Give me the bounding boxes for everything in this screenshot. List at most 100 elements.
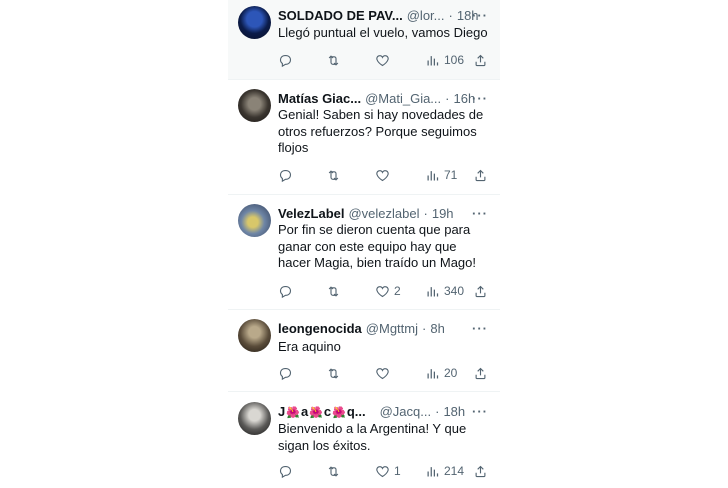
share-icon bbox=[475, 465, 486, 477]
repost-icon bbox=[328, 285, 339, 297]
tweet-text: Genial! Saben si hay novedades de otros … bbox=[278, 107, 484, 155]
handle[interactable]: @Jacq... bbox=[380, 404, 432, 419]
timestamp[interactable]: 19h bbox=[432, 206, 454, 221]
tweet[interactable]: Matías Giac... @Mati_Gia... · 16h ··· Ge… bbox=[228, 80, 500, 194]
repost-icon bbox=[328, 465, 339, 477]
heart-icon bbox=[376, 367, 389, 379]
views-button[interactable]: 71 bbox=[425, 166, 457, 184]
views-button[interactable]: 214 bbox=[425, 462, 464, 480]
like-button[interactable] bbox=[375, 364, 394, 382]
tweet-text: Bienvenido a la Argentina! Y que sigan l… bbox=[278, 421, 467, 453]
share-button[interactable] bbox=[473, 364, 488, 382]
tweet[interactable]: SOLDADO DE PAV... @lor... · 18h ··· Lleg… bbox=[228, 0, 500, 79]
view-count: 106 bbox=[444, 53, 465, 67]
timestamp[interactable]: 8h bbox=[430, 321, 444, 336]
view-count: 214 bbox=[444, 464, 465, 478]
separator-dot: · bbox=[422, 320, 427, 336]
separator-dot: · bbox=[423, 205, 428, 221]
heart-icon bbox=[376, 169, 389, 181]
analytics-icon bbox=[427, 368, 439, 378]
action-bar: 106 bbox=[276, 51, 492, 69]
tweet[interactable]: VelezLabel @velezlabel · 19h ··· Por fin… bbox=[228, 195, 500, 309]
display-name[interactable]: J🌺a🌺c🌺q... bbox=[278, 404, 366, 419]
avatar[interactable] bbox=[238, 89, 271, 122]
handle[interactable]: @Mgttmj bbox=[366, 321, 418, 336]
share-button[interactable] bbox=[473, 166, 488, 184]
repost-button[interactable] bbox=[326, 51, 341, 69]
avatar[interactable] bbox=[238, 402, 271, 435]
more-options-icon[interactable]: ··· bbox=[472, 402, 488, 420]
display-name[interactable]: Matías Giac... bbox=[278, 91, 361, 106]
avatar[interactable] bbox=[238, 6, 271, 39]
action-bar: 20 bbox=[276, 364, 492, 382]
share-icon bbox=[475, 285, 486, 297]
heart-icon bbox=[376, 465, 389, 477]
reply-icon bbox=[279, 285, 292, 298]
more-options-icon[interactable]: ··· bbox=[472, 204, 488, 222]
action-bar: 2 340 bbox=[276, 282, 492, 300]
avatar[interactable] bbox=[238, 319, 271, 352]
analytics-icon bbox=[427, 55, 439, 65]
avatar[interactable] bbox=[238, 204, 271, 237]
more-options-icon[interactable]: ··· bbox=[472, 319, 488, 337]
reply-button[interactable] bbox=[278, 462, 293, 480]
share-button[interactable] bbox=[473, 51, 488, 69]
repost-button[interactable] bbox=[326, 166, 341, 184]
action-bar: 71 bbox=[276, 166, 492, 184]
views-button[interactable]: 20 bbox=[425, 364, 457, 382]
reply-button[interactable] bbox=[278, 51, 293, 69]
like-count: 2 bbox=[394, 284, 401, 298]
separator-dot: · bbox=[435, 403, 440, 419]
display-name[interactable]: VelezLabel bbox=[278, 206, 344, 221]
like-button[interactable] bbox=[375, 166, 394, 184]
action-bar: 1 214 bbox=[276, 462, 492, 480]
share-button[interactable] bbox=[473, 462, 488, 480]
tweet-text: Era aquino bbox=[278, 339, 341, 354]
hibiscus-emoji-icon: 🌺 bbox=[286, 406, 300, 419]
name-part: c bbox=[323, 403, 332, 419]
more-options-icon[interactable]: ··· bbox=[472, 89, 488, 107]
separator-dot: · bbox=[445, 90, 450, 106]
handle[interactable]: @velezlabel bbox=[348, 206, 419, 221]
hibiscus-emoji-icon: 🌺 bbox=[309, 406, 323, 419]
reply-icon bbox=[279, 169, 292, 182]
name-part: q... bbox=[346, 403, 366, 419]
share-icon bbox=[475, 367, 486, 379]
tweet[interactable]: leongenocida @Mgttmj · 8h ··· Era aquino… bbox=[228, 310, 500, 391]
name-part: a bbox=[300, 403, 309, 419]
repost-icon bbox=[328, 367, 339, 379]
reply-icon bbox=[279, 54, 292, 67]
like-button[interactable]: 1 bbox=[375, 462, 401, 480]
more-options-icon[interactable]: ··· bbox=[472, 6, 488, 24]
share-button[interactable] bbox=[473, 282, 488, 300]
repost-button[interactable] bbox=[326, 462, 341, 480]
view-count: 71 bbox=[444, 168, 458, 182]
tweet[interactable]: J🌺a🌺c🌺q... @Jacq... · 18h ··· Bienvenido… bbox=[228, 392, 500, 488]
reply-button[interactable] bbox=[278, 166, 293, 184]
view-count: 340 bbox=[444, 284, 465, 298]
handle[interactable]: @lor... bbox=[407, 8, 445, 23]
display-name[interactable]: SOLDADO DE PAV... bbox=[278, 8, 403, 23]
repost-button[interactable] bbox=[326, 364, 341, 382]
share-icon bbox=[475, 54, 486, 66]
repost-icon bbox=[328, 54, 339, 66]
repost-button[interactable] bbox=[326, 282, 341, 300]
replies-feed: SOLDADO DE PAV... @lor... · 18h ··· Lleg… bbox=[228, 0, 500, 488]
reply-icon bbox=[279, 367, 292, 380]
like-button[interactable] bbox=[375, 51, 394, 69]
handle[interactable]: @Mati_Gia... bbox=[365, 91, 441, 106]
reply-icon bbox=[279, 465, 292, 478]
name-part: J bbox=[278, 403, 286, 419]
like-button[interactable]: 2 bbox=[375, 282, 401, 300]
hibiscus-emoji-icon: 🌺 bbox=[332, 406, 346, 419]
reply-button[interactable] bbox=[278, 282, 293, 300]
views-button[interactable]: 106 bbox=[425, 51, 464, 69]
analytics-icon bbox=[427, 170, 439, 180]
separator-dot: · bbox=[448, 7, 453, 23]
views-button[interactable]: 340 bbox=[425, 282, 464, 300]
analytics-icon bbox=[427, 286, 439, 296]
heart-icon bbox=[376, 285, 389, 297]
display-name[interactable]: leongenocida bbox=[278, 321, 362, 336]
timestamp[interactable]: 18h bbox=[443, 404, 465, 419]
reply-button[interactable] bbox=[278, 364, 293, 382]
